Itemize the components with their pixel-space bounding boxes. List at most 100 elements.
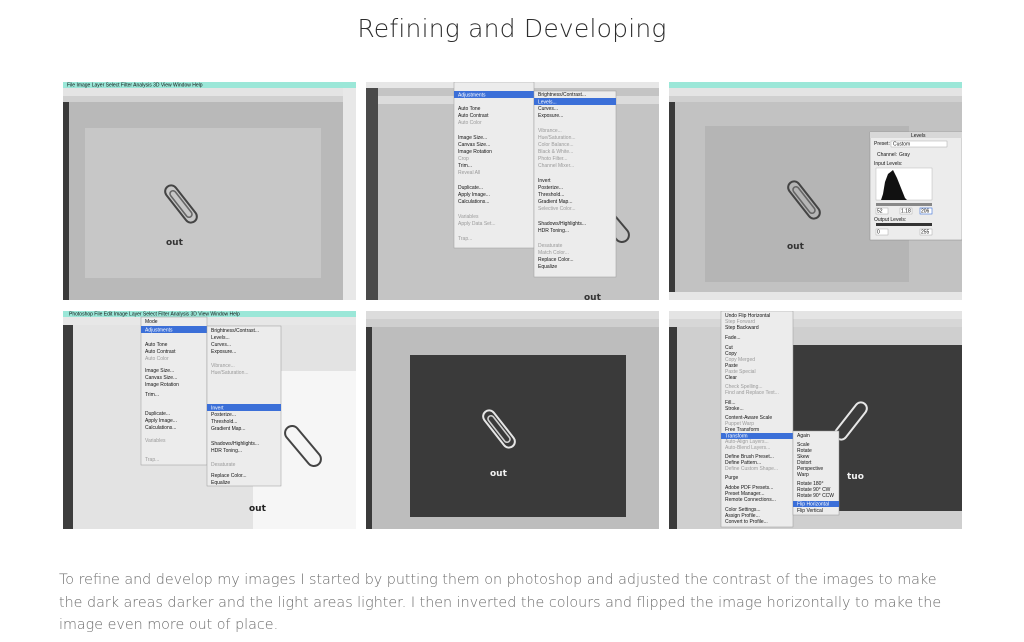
screenshot-levels-dialog[interactable]: out Levels Preset: Custom Channel: Gray … [669, 82, 962, 300]
svg-text:Invert: Invert [211, 406, 224, 412]
svg-text:Stroke...: Stroke... [725, 406, 744, 412]
svg-text:Match Color...: Match Color... [538, 250, 569, 256]
svg-text:Duplicate...: Duplicate... [145, 411, 170, 417]
svg-text:Auto Color: Auto Color [458, 120, 482, 126]
screenshot-gallery: File Image Layer Select Filter Analysis … [63, 82, 962, 530]
svg-text:Mode: Mode [145, 319, 158, 325]
svg-text:Variables: Variables [458, 214, 479, 220]
svg-text:Step Backward: Step Backward [725, 325, 759, 331]
svg-text:Brightness/Contrast...: Brightness/Contrast... [538, 92, 586, 98]
svg-text:Output Levels:: Output Levels: [874, 217, 906, 223]
svg-text:Shadows/Highlights...: Shadows/Highlights... [538, 221, 586, 227]
svg-text:206: 206 [921, 209, 930, 215]
svg-text:255: 255 [921, 230, 930, 236]
svg-text:HDR Toning...: HDR Toning... [211, 448, 242, 454]
svg-text:Curves...: Curves... [538, 106, 558, 112]
svg-text:Trap...: Trap... [458, 236, 472, 242]
svg-text:Replace Color...: Replace Color... [211, 473, 247, 479]
screenshot-original-graphic: File Image Layer Select Filter Analysis … [63, 82, 356, 300]
svg-text:Variables: Variables [145, 438, 166, 444]
svg-text:Image Rotation: Image Rotation [458, 149, 492, 155]
svg-text:Trim...: Trim... [458, 163, 472, 169]
svg-text:Invert: Invert [538, 178, 551, 184]
svg-text:out: out [249, 504, 267, 514]
svg-text:Image Size...: Image Size... [458, 135, 487, 141]
svg-text:Equalize: Equalize [538, 264, 557, 270]
page-title: Refining and Developing [357, 14, 667, 43]
svg-text:Canvas Size...: Canvas Size... [145, 375, 177, 381]
page-caption: To refine and develop my images I starte… [59, 572, 942, 634]
screenshot-adjustments-graphic: out Adjustments Auto Tone Auto Contrast … [366, 82, 659, 300]
svg-text:Posterize...: Posterize... [211, 412, 236, 418]
svg-text:Again: Again [797, 433, 810, 439]
svg-text:Channel:: Channel: [877, 152, 897, 158]
svg-text:Adjustments: Adjustments [145, 328, 173, 334]
svg-text:Black & White...: Black & White... [538, 149, 573, 155]
svg-text:Channel Mixer...: Channel Mixer... [538, 163, 574, 169]
svg-text:Threshold...: Threshold... [211, 419, 237, 425]
svg-text:Photoshop File Edit Image: Photoshop File Edit Image Layer Select F… [69, 312, 240, 318]
svg-text:Flip Horizontal: Flip Horizontal [797, 502, 829, 508]
svg-text:Desaturate: Desaturate [538, 243, 563, 249]
svg-text:Free Transform: Free Transform [725, 427, 759, 433]
svg-text:Crop: Crop [458, 156, 469, 162]
svg-text:Shadows/Highlights...: Shadows/Highlights... [211, 441, 259, 447]
svg-text:Gradient Map...: Gradient Map... [538, 199, 572, 205]
svg-text:Fade...: Fade... [725, 335, 741, 341]
svg-text:Calculations...: Calculations... [145, 425, 176, 431]
svg-text:Brightness/Contrast...: Brightness/Contrast... [211, 328, 259, 334]
svg-text:Auto Tone: Auto Tone [145, 342, 168, 348]
svg-text:Image Rotation: Image Rotation [145, 382, 179, 388]
svg-text:Trim...: Trim... [145, 392, 159, 398]
menubar-text: File Image Layer Select Filter Analysis … [67, 83, 203, 89]
svg-text:Clear: Clear [725, 375, 737, 381]
svg-text:Apply Data Set...: Apply Data Set... [458, 221, 496, 227]
screenshot-invert-menu[interactable]: Photoshop File Edit Image Layer Select F… [63, 311, 356, 529]
svg-text:Flip Vertical: Flip Vertical [797, 508, 823, 514]
svg-text:Apply Image...: Apply Image... [458, 192, 490, 198]
svg-text:Vibrance...: Vibrance... [211, 363, 235, 369]
svg-text:Image Size...: Image Size... [145, 368, 174, 374]
svg-text:Calculations...: Calculations... [458, 199, 489, 205]
svg-text:Duplicate...: Duplicate... [458, 185, 483, 191]
svg-text:Adjustments: Adjustments [458, 93, 486, 99]
svg-text:Exposure...: Exposure... [538, 113, 563, 119]
svg-text:Remote Connections...: Remote Connections... [725, 497, 776, 503]
svg-text:Hue/Saturation...: Hue/Saturation... [211, 370, 249, 376]
svg-text:Curves...: Curves... [211, 342, 231, 348]
svg-text:HDR Toning...: HDR Toning... [538, 228, 569, 234]
svg-text:Auto Tone: Auto Tone [458, 106, 481, 112]
svg-text:Warp: Warp [797, 472, 809, 478]
svg-text:Apply Image...: Apply Image... [145, 418, 177, 424]
svg-text:out: out [584, 293, 602, 300]
screenshot-adjustments-menu[interactable]: out Adjustments Auto Tone Auto Contrast … [366, 82, 659, 300]
svg-text:Reveal All: Reveal All [458, 170, 480, 176]
svg-text:Color Balance...: Color Balance... [538, 142, 574, 148]
svg-text:Levels...: Levels... [211, 335, 230, 341]
svg-text:Gradient Map...: Gradient Map... [211, 426, 245, 432]
screenshot-flip-horizontal[interactable]: tuo Undo Flip Horizontal Step Forward St… [669, 311, 962, 529]
svg-text:Canvas Size...: Canvas Size... [458, 142, 490, 148]
svg-text:Auto Contrast: Auto Contrast [145, 349, 176, 355]
svg-text:Purge: Purge [725, 475, 739, 481]
svg-text:Find and Replace Text...: Find and Replace Text... [725, 390, 779, 396]
svg-text:Desaturate: Desaturate [211, 462, 236, 468]
screenshot-inverted-graphic: out [366, 311, 659, 529]
screenshot-inverted-image[interactable]: out [366, 311, 659, 529]
svg-text:1.18: 1.18 [901, 209, 911, 215]
svg-text:Photo Filter...: Photo Filter... [538, 156, 567, 162]
svg-text:Define Custom Shape...: Define Custom Shape... [725, 466, 778, 472]
svg-text:Levels...: Levels... [538, 100, 557, 106]
photo-word-flipped: tuo [847, 472, 864, 482]
svg-text:Convert to Profile...: Convert to Profile... [725, 519, 768, 525]
screenshot-flip-graphic: tuo Undo Flip Horizontal Step Forward St… [669, 311, 962, 529]
svg-text:Posterize...: Posterize... [538, 185, 563, 191]
svg-text:Equalize: Equalize [211, 480, 230, 486]
screenshot-original[interactable]: File Image Layer Select Filter Analysis … [63, 82, 356, 300]
svg-text:Auto Contrast: Auto Contrast [458, 113, 489, 119]
svg-text:Custom: Custom [893, 142, 910, 148]
svg-text:Trap...: Trap... [145, 457, 159, 463]
svg-text:52: 52 [877, 209, 883, 215]
svg-text:Input Levels:: Input Levels: [874, 161, 902, 167]
screenshot-invert-graphic: Photoshop File Edit Image Layer Select F… [63, 311, 356, 529]
